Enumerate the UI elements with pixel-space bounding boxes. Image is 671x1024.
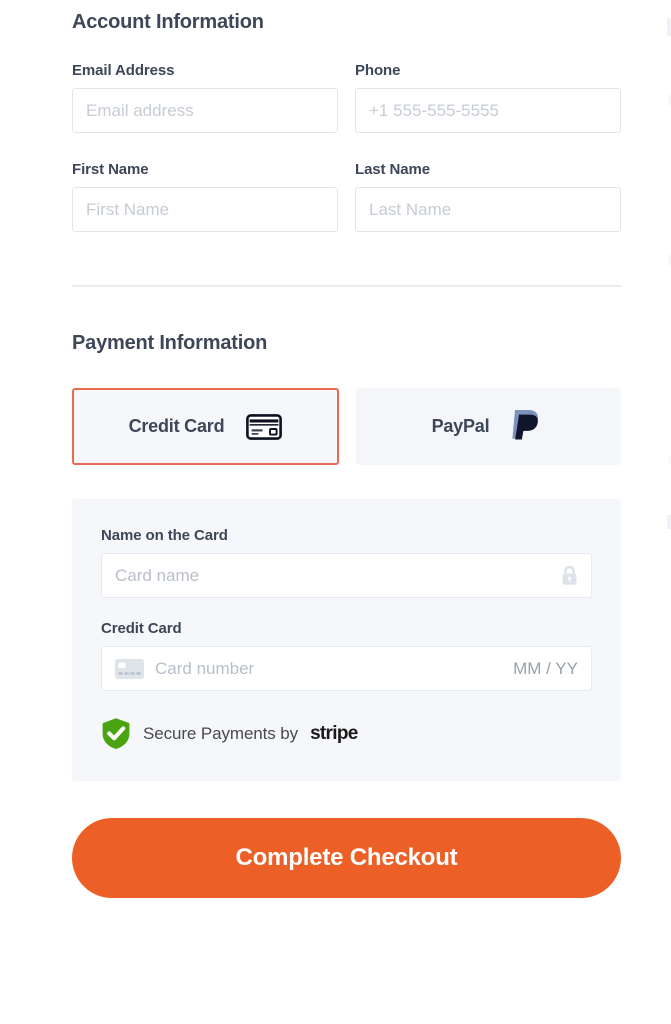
secure-payments-text: Secure Payments by xyxy=(143,723,299,743)
last-name-input[interactable] xyxy=(355,187,621,232)
email-field-group: Email Address xyxy=(72,62,338,133)
email-input[interactable] xyxy=(72,88,338,133)
card-number-field-group: Credit Card MM / YY xyxy=(101,620,592,691)
card-name-input[interactable] xyxy=(115,554,561,597)
card-name-field-group: Name on the Card xyxy=(101,527,592,598)
last-name-field-group: Last Name xyxy=(355,161,621,232)
paypal-tab-label: PayPal xyxy=(431,416,490,436)
cut-off-column-fragment xyxy=(667,515,671,529)
card-chip-icon xyxy=(115,658,144,679)
card-details-panel: Name on the Card Credit Card xyxy=(72,499,621,781)
email-label: Email Address xyxy=(72,62,175,79)
first-name-input[interactable] xyxy=(72,187,338,232)
payment-information-heading: Payment Information xyxy=(72,332,268,354)
shield-check-icon xyxy=(101,717,131,750)
secure-payments-badge: Secure Payments by stripe xyxy=(101,717,592,750)
card-expiry-placeholder[interactable]: MM / YY xyxy=(503,659,578,679)
first-name-label: First Name xyxy=(72,161,149,178)
payment-method-paypal[interactable]: PayPal xyxy=(356,388,621,465)
email-phone-row: Email Address Phone xyxy=(72,62,621,133)
card-number-input-shell[interactable]: MM / YY xyxy=(101,646,592,691)
lock-icon xyxy=(561,565,578,586)
card-number-label: Credit Card xyxy=(101,620,182,637)
card-number-input[interactable] xyxy=(155,647,504,690)
payment-method-tabs: Credit Card PayPal xyxy=(72,388,621,465)
stripe-wordmark: stripe xyxy=(310,722,358,744)
payment-method-credit-card[interactable]: Credit Card xyxy=(72,388,339,465)
paypal-icon xyxy=(511,408,545,446)
card-name-label: Name on the Card xyxy=(101,527,228,544)
checkout-page: Account Information Email Address Phone … xyxy=(0,0,671,1024)
account-information-heading: Account Information xyxy=(72,11,264,33)
first-name-field-group: First Name xyxy=(72,161,338,232)
phone-field-group: Phone xyxy=(355,62,621,133)
section-divider xyxy=(72,285,621,287)
credit-card-tab-label: Credit Card xyxy=(128,416,225,436)
credit-card-icon xyxy=(246,413,283,440)
checkout-form: Account Information Email Address Phone … xyxy=(72,0,621,898)
complete-checkout-button[interactable]: Complete Checkout xyxy=(72,818,621,898)
last-name-label: Last Name xyxy=(355,161,430,178)
name-row: First Name Last Name xyxy=(72,161,621,232)
card-name-input-shell[interactable] xyxy=(101,553,592,598)
phone-label: Phone xyxy=(355,62,401,79)
phone-input[interactable] xyxy=(355,88,621,133)
cut-off-column-fragment xyxy=(667,18,671,36)
